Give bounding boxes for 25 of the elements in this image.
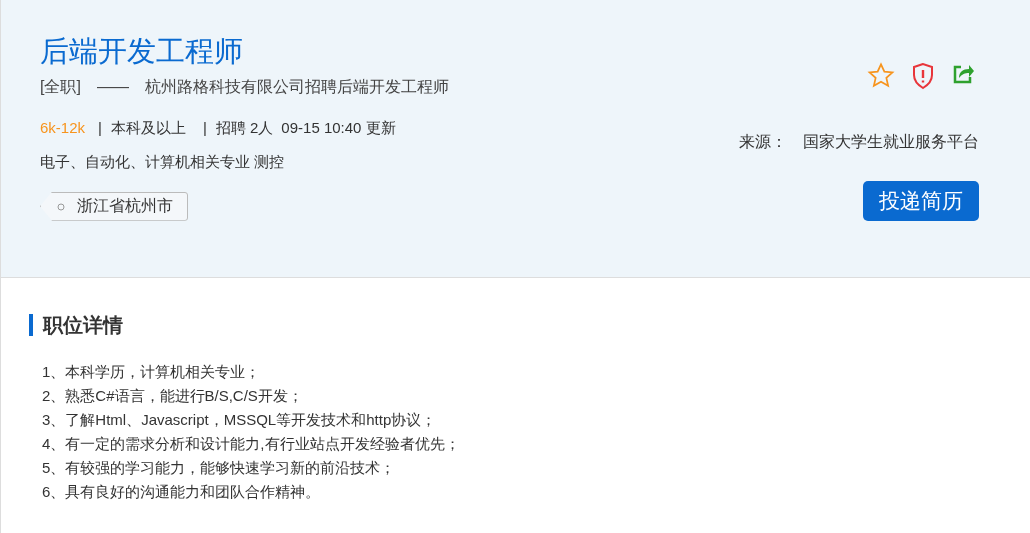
star-icon[interactable] [867,62,895,90]
requirement-item: 2、熟悉C#语言，能进行B/S,C/S开发； [42,386,304,406]
location-tag: 浙江省杭州市 [40,191,188,221]
requirement-item: 1、本科学历，计算机相关专业； [42,362,262,382]
dash: —— [96,76,129,97]
requirement-item: 3、了解Html、Javascript，MSSQL等开发技术和http协议； [42,410,438,430]
meta-text: 本科及以上 [110,117,186,138]
section-heading: 职位详情 [29,314,1030,336]
salary-text: 6k-12k [40,117,86,138]
job-type: [全职] [40,76,81,97]
warning-shield-icon[interactable] [911,62,935,90]
requirement-item: 6、具有良好的沟通能力和团队合作精神。 [42,482,322,502]
separator: | [98,117,102,138]
source-value: 国家大学生就业服务平台 [803,132,979,152]
separator: | [202,117,207,138]
apply-button[interactable]: 投递简历 [863,181,979,221]
job-title: 后端开发工程师 [40,34,244,69]
meta-text: 招聘 2人 [215,117,274,138]
majors-text: 电子、自动化、计算机相关专业 测控 [40,152,286,173]
hole-icon [57,202,65,211]
job-subtitle: 杭州路格科技有限公司招聘后端开发工程师 [144,76,449,97]
source-label: 来源： [739,132,787,152]
requirement-item: 5、有较强的学习能力，能够快速学习新的前沿技术； [42,458,397,478]
meta-text: 09-15 10:40 更新 [281,117,396,138]
requirement-item: 4、有一定的需求分析和设计能力,有行业站点开发经验者优先； [42,434,461,454]
